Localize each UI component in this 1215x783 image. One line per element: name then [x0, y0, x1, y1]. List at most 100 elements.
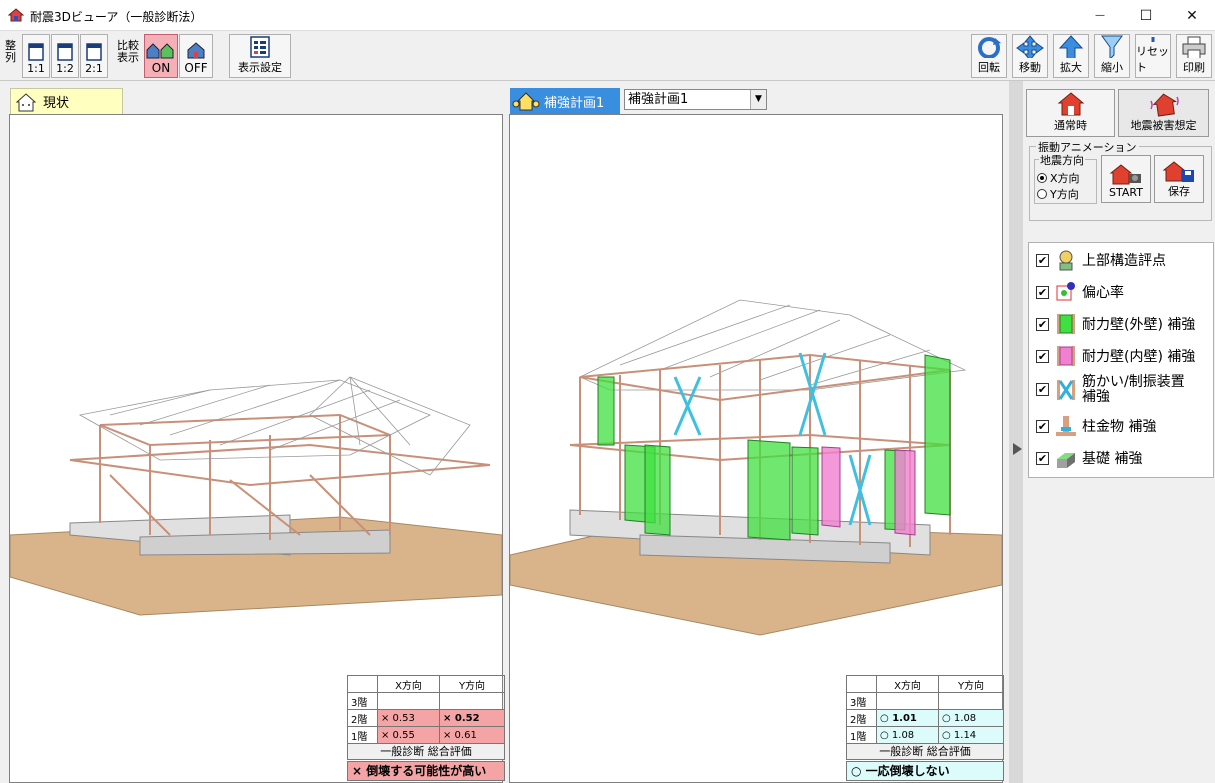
layout-1-1-button[interactable]: 1:1	[22, 34, 50, 78]
legend-item-foundation[interactable]: ✔ 基礎 補強	[1036, 447, 1142, 469]
legend-label: 偏心率	[1082, 285, 1124, 301]
zoom-out-label: 縮小	[1101, 61, 1123, 74]
score-y: × 0.61	[439, 726, 505, 744]
zoom-in-button[interactable]: 拡大	[1053, 34, 1089, 78]
floor-label: 1階	[347, 726, 378, 744]
minimize-button[interactable]: —	[1077, 0, 1123, 31]
compare-off-button[interactable]: OFF	[179, 34, 213, 78]
checkbox-checked-icon[interactable]: ✔	[1036, 383, 1049, 396]
move-arrows-icon	[1016, 35, 1044, 58]
eval-result: × 倒壊する可能性が高い	[347, 761, 505, 781]
legend-label: 補強	[1082, 389, 1110, 405]
rotate-label: 回転	[978, 61, 1000, 74]
zoom-out-arrow-icon	[1101, 35, 1123, 58]
display-settings-label: 表示設定	[238, 61, 282, 74]
normal-mode-label: 通常時	[1054, 119, 1087, 132]
results-table-plan: X方向 Y方向 3階 2階 ○ 1.01 ○ 1.08 1階 ○ 1.08 ○ 1.14	[846, 675, 1004, 744]
inspector-icon	[1055, 249, 1077, 271]
col-y-header: Y方向	[439, 675, 505, 693]
foundation-icon	[1055, 447, 1077, 469]
legend-item-eccentricity[interactable]: ✔ 偏心率	[1036, 281, 1124, 303]
checkbox-checked-icon[interactable]: ✔	[1036, 451, 1049, 465]
tab-current[interactable]: 現状	[10, 88, 123, 114]
compare-on-button[interactable]: ON	[144, 34, 178, 78]
checkbox-checked-icon[interactable]: ✔	[1036, 285, 1049, 299]
checkbox-checked-icon[interactable]: ✔	[1036, 317, 1049, 331]
tab-current-label: 現状	[43, 96, 70, 111]
layout-2-1-button[interactable]: 2:1	[80, 34, 108, 78]
legend-item-green-wall[interactable]: ✔ 耐力壁(外壁) 補強	[1036, 313, 1195, 335]
direction-y-radio[interactable]: Y方向	[1037, 186, 1079, 202]
floor-label: 2階	[846, 709, 877, 727]
layout-2-1-label: 2:1	[85, 62, 103, 75]
single-house-icon	[187, 42, 205, 59]
direction-group: 地震方向 X方向 Y方向	[1034, 152, 1097, 204]
score-y	[938, 692, 1004, 710]
normal-mode-button[interactable]: 通常時	[1026, 89, 1115, 137]
legend-item-score[interactable]: ✔ 上部構造評点	[1036, 249, 1166, 271]
move-button[interactable]: 移動	[1012, 34, 1048, 78]
legend-label: 筋かい/制振装置	[1082, 374, 1185, 390]
reset-label: リセット	[1136, 45, 1169, 74]
checkbox-checked-icon[interactable]: ✔	[1036, 253, 1049, 267]
save-animation-button[interactable]: 保存	[1154, 155, 1204, 203]
score-y: ○ 1.08	[938, 709, 1004, 727]
house-face-icon	[15, 92, 37, 111]
print-button[interactable]: 印刷	[1176, 34, 1212, 78]
print-label: 印刷	[1183, 61, 1205, 74]
legend-label-group: 筋かい/制振装置 補強	[1082, 375, 1185, 405]
save-label: 保存	[1168, 185, 1190, 198]
start-animation-button[interactable]: START	[1101, 155, 1151, 203]
chevron-down-icon: ▼	[750, 90, 766, 109]
direction-y-label: Y方向	[1050, 188, 1079, 201]
zoom-out-button[interactable]: 縮小	[1094, 34, 1130, 78]
close-button[interactable]: ✕	[1169, 0, 1215, 31]
score-x: ○ 1.01	[876, 709, 939, 727]
zoom-in-arrow-icon	[1058, 35, 1084, 58]
col-x-header: X方向	[876, 675, 939, 693]
tab-plan-label: 補強計画1	[544, 95, 605, 111]
radio-checked-icon	[1037, 173, 1047, 183]
compare-on-label: ON	[151, 61, 171, 75]
display-settings-button[interactable]: 表示設定	[229, 34, 291, 78]
rotate-button[interactable]: 回転	[971, 34, 1007, 78]
layout-1-2-button[interactable]: 1:2	[51, 34, 79, 78]
col-y-header: Y方向	[938, 675, 1004, 693]
move-label: 移動	[1019, 61, 1041, 74]
house-save-icon	[1162, 161, 1194, 182]
score-x	[377, 692, 440, 710]
panel-splitter[interactable]	[1009, 81, 1023, 783]
tab-plan[interactable]: 補強計画1	[510, 88, 620, 114]
score-x: × 0.55	[377, 726, 440, 744]
score-y	[439, 692, 505, 710]
quake-mode-button[interactable]: 地震被害想定	[1118, 89, 1209, 137]
direction-x-radio[interactable]: X方向	[1037, 170, 1080, 186]
legend-item-column-hardware[interactable]: ✔ 柱金物 補強	[1036, 415, 1156, 437]
pink-wall-icon	[1055, 345, 1077, 367]
direction-group-label: 地震方向	[1039, 152, 1085, 168]
viewer-plan[interactable]: X方向 Y方向 3階 2階 ○ 1.01 ○ 1.08 1階 ○ 1.08 ○ 1.14 …	[509, 114, 1004, 783]
legend-item-pink-wall[interactable]: ✔ 耐力壁(内壁) 補強	[1036, 345, 1195, 367]
layout-1-2-label: 1:2	[56, 62, 74, 75]
house-camera-icon	[1109, 164, 1141, 185]
checkbox-checked-icon[interactable]: ✔	[1036, 349, 1049, 363]
plan-select-value: 補強計画1	[628, 92, 689, 107]
title-bar: 耐震3Dビューア（一般診断法） — ☐ ✕	[0, 0, 1215, 31]
printer-icon	[1182, 36, 1206, 58]
legend-item-brace[interactable]: ✔ 筋かい/制振装置 補強	[1036, 375, 1185, 405]
score-x	[876, 692, 939, 710]
compare-label: 比較表示	[117, 39, 139, 64]
maximize-button[interactable]: ☐	[1123, 0, 1169, 31]
layout-icon	[86, 43, 102, 61]
checkbox-checked-icon[interactable]: ✔	[1036, 419, 1049, 433]
maximize-icon: ☐	[1139, 7, 1153, 24]
start-label: START	[1109, 186, 1143, 199]
zoom-in-label: 拡大	[1060, 61, 1082, 74]
reset-button[interactable]: リセット	[1135, 34, 1171, 78]
viewer-current[interactable]: X方向 Y方向 3階 2階 × 0.53 × 0.52 1階 × 0.55 × 0.61 …	[9, 114, 505, 783]
reset-axes-icon	[1151, 37, 1155, 42]
toolbar: 整列 1:1 1:2 2:1 比較表示 ON OFF 表示設定 回転 移動 拡大…	[0, 31, 1215, 81]
green-wall-icon	[1055, 313, 1077, 335]
legend-label: 基礎 補強	[1082, 451, 1143, 467]
plan-select[interactable]: 補強計画1 ▼	[624, 89, 767, 110]
